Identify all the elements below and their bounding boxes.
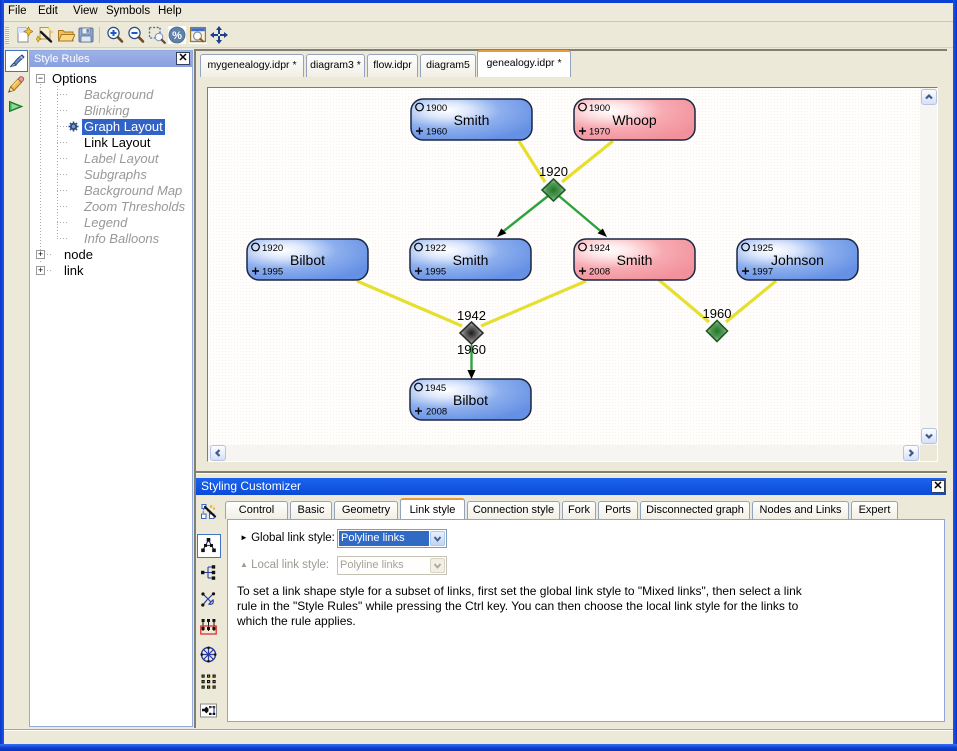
- svg-text:1995: 1995: [262, 267, 283, 278]
- svg-text:Smith: Smith: [617, 252, 653, 268]
- svg-text:2008: 2008: [426, 407, 447, 418]
- svg-text:1900: 1900: [589, 103, 610, 114]
- svg-text:1960: 1960: [457, 342, 486, 357]
- svg-text:1920: 1920: [539, 164, 568, 179]
- svg-text:1970: 1970: [589, 127, 610, 138]
- svg-text:%: %: [172, 30, 182, 42]
- svg-text:1922: 1922: [425, 243, 446, 254]
- svg-text:1900: 1900: [426, 103, 447, 114]
- svg-text:1995: 1995: [425, 267, 446, 278]
- svg-text:1924: 1924: [589, 243, 610, 254]
- svg-text:Smith: Smith: [453, 252, 489, 268]
- svg-text:1925: 1925: [752, 243, 773, 254]
- svg-text:Bilbot: Bilbot: [290, 252, 325, 268]
- svg-text:1997: 1997: [752, 267, 773, 278]
- svg-text:1945: 1945: [425, 383, 446, 394]
- svg-text:Whoop: Whoop: [612, 112, 657, 128]
- svg-text:2008: 2008: [589, 267, 610, 278]
- svg-text:Smith: Smith: [454, 112, 490, 128]
- svg-text:1960: 1960: [703, 306, 732, 321]
- svg-text:1960: 1960: [426, 127, 447, 138]
- svg-text:1920: 1920: [262, 243, 283, 254]
- svg-text:Johnson: Johnson: [771, 252, 824, 268]
- svg-text:Bilbot: Bilbot: [453, 392, 488, 408]
- svg-text:1942: 1942: [457, 308, 486, 323]
